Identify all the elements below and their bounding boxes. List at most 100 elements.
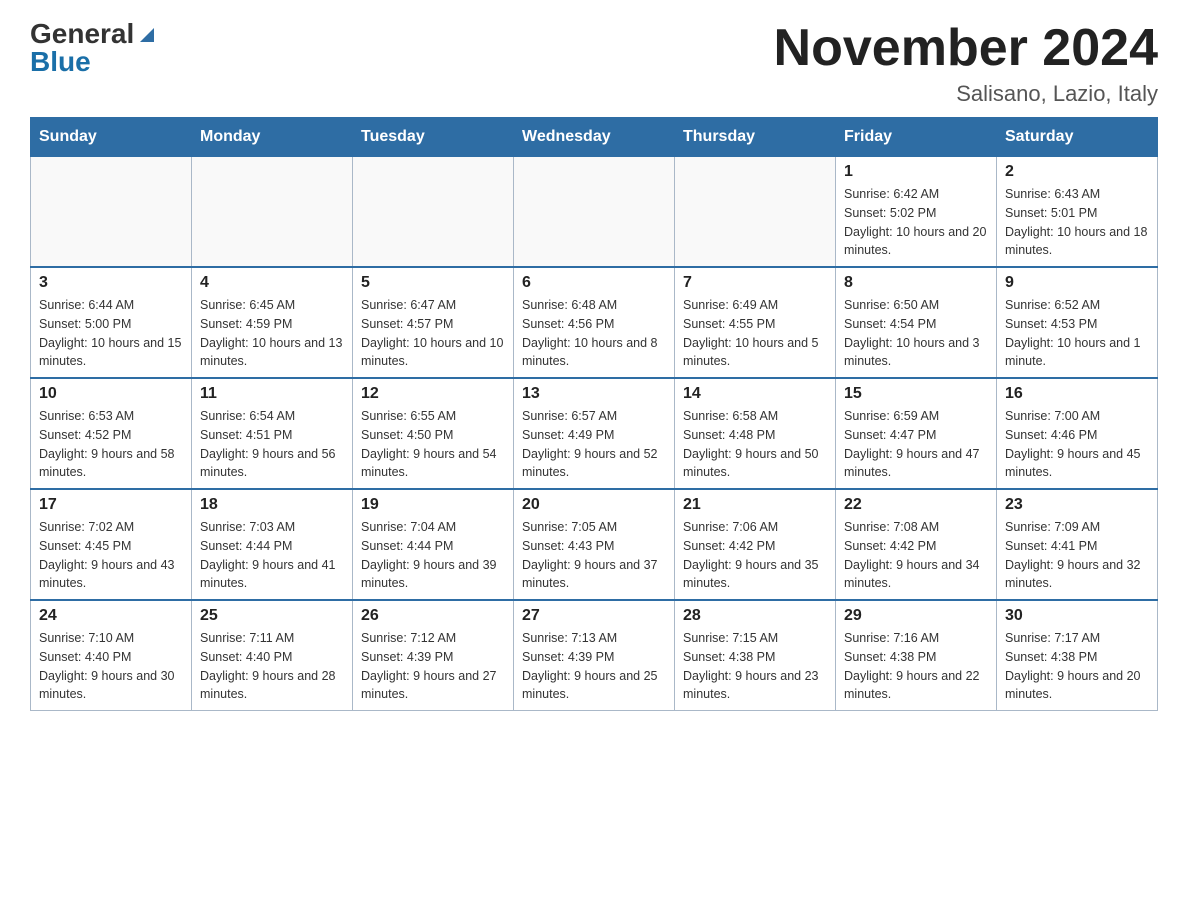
day-number: 9 <box>1005 274 1149 292</box>
day-number: 18 <box>200 496 344 514</box>
week-row-3: 10Sunrise: 6:53 AMSunset: 4:52 PMDayligh… <box>31 378 1158 489</box>
day-info: Sunrise: 7:00 AMSunset: 4:46 PMDaylight:… <box>1005 407 1149 482</box>
day-number: 21 <box>683 496 827 514</box>
day-info: Sunrise: 6:55 AMSunset: 4:50 PMDaylight:… <box>361 407 505 482</box>
day-number: 15 <box>844 385 988 403</box>
column-header-sunday: Sunday <box>31 118 192 157</box>
week-row-5: 24 Sunrise: 7:10 AMSunset: 4:40 PMDayligh… <box>31 600 1158 711</box>
day-info: Sunrise: 6:44 AMSunset: 5:00 PMDaylight:… <box>39 296 183 371</box>
location-text: Salisano, Lazio, Italy <box>774 81 1158 107</box>
day-cell: 12Sunrise: 6:55 AMSunset: 4:50 PMDayligh… <box>353 378 514 489</box>
day-number: 29 <box>844 607 988 625</box>
day-info: Sunrise: 7:08 AMSunset: 4:42 PMDaylight:… <box>844 518 988 593</box>
day-info: Sunrise: 6:59 AMSunset: 4:47 PMDaylight:… <box>844 407 988 482</box>
week-row-2: 3 Sunrise: 6:44 AMSunset: 5:00 PMDaylight… <box>31 267 1158 378</box>
day-cell: 28 Sunrise: 7:15 AMSunset: 4:38 PMDayligh… <box>675 600 836 711</box>
logo-general-text: General <box>30 20 134 48</box>
day-number: 27 <box>522 607 666 625</box>
day-info: Sunrise: 6:42 AMSunset: 5:02 PMDaylight:… <box>844 185 988 260</box>
day-info: Sunrise: 7:06 AMSunset: 4:42 PMDaylight:… <box>683 518 827 593</box>
day-cell: 13Sunrise: 6:57 AMSunset: 4:49 PMDayligh… <box>514 378 675 489</box>
day-info: Sunrise: 6:52 AMSunset: 4:53 PMDaylight:… <box>1005 296 1149 371</box>
week-row-1: 1 Sunrise: 6:42 AMSunset: 5:02 PMDaylight… <box>31 157 1158 268</box>
day-number: 24 <box>39 607 183 625</box>
day-info: Sunrise: 7:02 AMSunset: 4:45 PMDaylight:… <box>39 518 183 593</box>
day-cell: 24 Sunrise: 7:10 AMSunset: 4:40 PMDayligh… <box>31 600 192 711</box>
day-number: 17 <box>39 496 183 514</box>
column-header-tuesday: Tuesday <box>353 118 514 157</box>
day-info: Sunrise: 6:58 AMSunset: 4:48 PMDaylight:… <box>683 407 827 482</box>
day-cell: 15 Sunrise: 6:59 AMSunset: 4:47 PMDayligh… <box>836 378 997 489</box>
day-number: 30 <box>1005 607 1149 625</box>
day-info: Sunrise: 7:09 AMSunset: 4:41 PMDaylight:… <box>1005 518 1149 593</box>
day-cell: 21 Sunrise: 7:06 AMSunset: 4:42 PMDayligh… <box>675 489 836 600</box>
day-info: Sunrise: 7:13 AMSunset: 4:39 PMDaylight:… <box>522 629 666 704</box>
day-cell: 27 Sunrise: 7:13 AMSunset: 4:39 PMDayligh… <box>514 600 675 711</box>
day-cell: 11 Sunrise: 6:54 AMSunset: 4:51 PMDayligh… <box>192 378 353 489</box>
day-number: 20 <box>522 496 666 514</box>
day-cell: 18 Sunrise: 7:03 AMSunset: 4:44 PMDayligh… <box>192 489 353 600</box>
day-info: Sunrise: 6:43 AMSunset: 5:01 PMDaylight:… <box>1005 185 1149 260</box>
day-info: Sunrise: 6:49 AMSunset: 4:55 PMDaylight:… <box>683 296 827 371</box>
day-cell: 5Sunrise: 6:47 AMSunset: 4:57 PMDaylight… <box>353 267 514 378</box>
day-cell: 14 Sunrise: 6:58 AMSunset: 4:48 PMDayligh… <box>675 378 836 489</box>
day-number: 25 <box>200 607 344 625</box>
day-info: Sunrise: 6:48 AMSunset: 4:56 PMDaylight:… <box>522 296 666 371</box>
column-header-monday: Monday <box>192 118 353 157</box>
day-info: Sunrise: 6:50 AMSunset: 4:54 PMDaylight:… <box>844 296 988 371</box>
day-number: 16 <box>1005 385 1149 403</box>
day-number: 28 <box>683 607 827 625</box>
logo-blue-text: Blue <box>30 48 91 76</box>
day-number: 23 <box>1005 496 1149 514</box>
day-info: Sunrise: 6:45 AMSunset: 4:59 PMDaylight:… <box>200 296 344 371</box>
day-number: 11 <box>200 385 344 403</box>
day-cell: 20Sunrise: 7:05 AMSunset: 4:43 PMDayligh… <box>514 489 675 600</box>
day-info: Sunrise: 7:15 AMSunset: 4:38 PMDaylight:… <box>683 629 827 704</box>
day-number: 7 <box>683 274 827 292</box>
day-info: Sunrise: 6:47 AMSunset: 4:57 PMDaylight:… <box>361 296 505 371</box>
day-cell: 30 Sunrise: 7:17 AMSunset: 4:38 PMDayligh… <box>997 600 1158 711</box>
day-cell: 29 Sunrise: 7:16 AMSunset: 4:38 PMDayligh… <box>836 600 997 711</box>
day-cell: 7 Sunrise: 6:49 AMSunset: 4:55 PMDaylight… <box>675 267 836 378</box>
day-number: 1 <box>844 163 988 181</box>
day-info: Sunrise: 6:54 AMSunset: 4:51 PMDaylight:… <box>200 407 344 482</box>
day-cell <box>353 157 514 268</box>
column-header-friday: Friday <box>836 118 997 157</box>
day-info: Sunrise: 6:57 AMSunset: 4:49 PMDaylight:… <box>522 407 666 482</box>
day-info: Sunrise: 7:11 AMSunset: 4:40 PMDaylight:… <box>200 629 344 704</box>
day-info: Sunrise: 7:16 AMSunset: 4:38 PMDaylight:… <box>844 629 988 704</box>
day-cell: 25 Sunrise: 7:11 AMSunset: 4:40 PMDayligh… <box>192 600 353 711</box>
day-cell: 8 Sunrise: 6:50 AMSunset: 4:54 PMDaylight… <box>836 267 997 378</box>
month-title: November 2024 <box>774 20 1158 77</box>
day-cell <box>192 157 353 268</box>
day-number: 14 <box>683 385 827 403</box>
day-info: Sunrise: 7:04 AMSunset: 4:44 PMDaylight:… <box>361 518 505 593</box>
day-number: 22 <box>844 496 988 514</box>
column-header-wednesday: Wednesday <box>514 118 675 157</box>
day-info: Sunrise: 7:03 AMSunset: 4:44 PMDaylight:… <box>200 518 344 593</box>
day-number: 2 <box>1005 163 1149 181</box>
day-cell: 23 Sunrise: 7:09 AMSunset: 4:41 PMDayligh… <box>997 489 1158 600</box>
day-number: 8 <box>844 274 988 292</box>
day-cell <box>675 157 836 268</box>
day-info: Sunrise: 7:10 AMSunset: 4:40 PMDaylight:… <box>39 629 183 704</box>
day-number: 4 <box>200 274 344 292</box>
day-cell: 1 Sunrise: 6:42 AMSunset: 5:02 PMDaylight… <box>836 157 997 268</box>
day-number: 3 <box>39 274 183 292</box>
column-header-thursday: Thursday <box>675 118 836 157</box>
day-cell: 16 Sunrise: 7:00 AMSunset: 4:46 PMDayligh… <box>997 378 1158 489</box>
day-cell <box>514 157 675 268</box>
day-number: 26 <box>361 607 505 625</box>
column-header-saturday: Saturday <box>997 118 1158 157</box>
day-info: Sunrise: 7:12 AMSunset: 4:39 PMDaylight:… <box>361 629 505 704</box>
calendar-table: SundayMondayTuesdayWednesdayThursdayFrid… <box>30 117 1158 711</box>
day-cell: 26 Sunrise: 7:12 AMSunset: 4:39 PMDayligh… <box>353 600 514 711</box>
day-cell <box>31 157 192 268</box>
day-info: Sunrise: 7:17 AMSunset: 4:38 PMDaylight:… <box>1005 629 1149 704</box>
logo-triangle-icon <box>136 24 158 46</box>
calendar-header-row: SundayMondayTuesdayWednesdayThursdayFrid… <box>31 118 1158 157</box>
week-row-4: 17 Sunrise: 7:02 AMSunset: 4:45 PMDayligh… <box>31 489 1158 600</box>
page-header: General Blue November 2024 Salisano, Laz… <box>30 20 1158 107</box>
day-cell: 9 Sunrise: 6:52 AMSunset: 4:53 PMDaylight… <box>997 267 1158 378</box>
day-cell: 3 Sunrise: 6:44 AMSunset: 5:00 PMDaylight… <box>31 267 192 378</box>
